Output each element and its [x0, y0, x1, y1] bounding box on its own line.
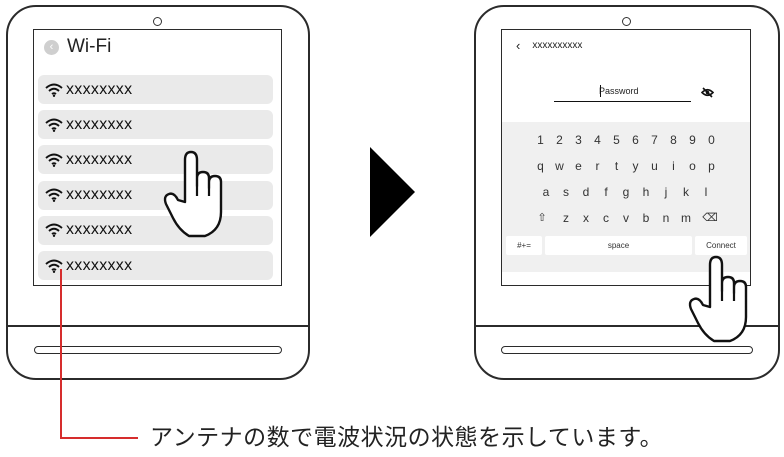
camera	[622, 17, 631, 26]
keyboard-row-zxcv: ⇧ z x c v b n m ⌫	[502, 211, 750, 225]
wifi-signal-icon	[45, 83, 66, 97]
wifi-signal-icon	[45, 118, 66, 132]
home-bar	[501, 346, 753, 354]
key[interactable]: b	[636, 211, 656, 225]
wifi-signal-icon	[45, 223, 66, 238]
network-name: xxxxxxxx	[66, 221, 133, 239]
network-row[interactable]: xxxxxxxx	[38, 180, 273, 210]
network-row[interactable]: xxxxxxxx	[38, 110, 273, 140]
network-row[interactable]: xxxxxxxx	[38, 215, 273, 245]
password-field[interactable]: Password	[599, 86, 639, 96]
key[interactable]: a	[536, 185, 556, 199]
network-name: xxxxxxxx	[66, 256, 133, 274]
text-cursor	[600, 85, 601, 97]
wifi-signal-icon	[45, 188, 66, 203]
wifi-signal-icon	[45, 153, 66, 167]
network-row[interactable]: xxxxxxxx	[38, 251, 273, 280]
key[interactable]: p	[702, 159, 721, 173]
key[interactable]: 7	[645, 133, 664, 147]
password-underline	[554, 101, 691, 102]
key[interactable]: ⇧	[528, 211, 556, 225]
key[interactable]: 2	[550, 133, 569, 147]
key[interactable]: 5	[607, 133, 626, 147]
key[interactable]: 6	[626, 133, 645, 147]
key[interactable]: v	[616, 211, 636, 225]
leader-line-vertical	[60, 269, 62, 439]
key[interactable]: f	[596, 185, 616, 199]
caption-text: アンテナの数で電波状況の状態を示しています。	[150, 424, 664, 450]
hide-password-icon[interactable]	[701, 87, 714, 98]
network-name: xxxxxxxx	[66, 80, 133, 98]
key[interactable]: u	[645, 159, 664, 173]
key[interactable]: d	[576, 185, 596, 199]
hand-pointer-icon	[163, 150, 223, 238]
key[interactable]: i	[664, 159, 683, 173]
ssid-header: ‹ xxxxxxxxxx	[516, 38, 582, 53]
leader-line-horizontal	[60, 437, 138, 439]
key[interactable]: 9	[683, 133, 702, 147]
space-key[interactable]: space	[545, 236, 692, 255]
connect-key[interactable]: Connect	[695, 236, 747, 255]
bezel-divider	[8, 325, 308, 327]
network-name: xxxxxxxx	[66, 150, 133, 168]
key[interactable]: y	[626, 159, 645, 173]
key[interactable]: l	[696, 185, 716, 199]
wifi-header: ‹ Wi-Fi	[44, 36, 111, 58]
key[interactable]: 8	[664, 133, 683, 147]
key[interactable]: 3	[569, 133, 588, 147]
key[interactable]: o	[683, 159, 702, 173]
keyboard-row-qwerty: qwertyuiop	[502, 159, 750, 173]
key[interactable]: h	[636, 185, 656, 199]
key[interactable]: k	[676, 185, 696, 199]
key[interactable]: ⌫	[696, 211, 724, 225]
key[interactable]: r	[588, 159, 607, 173]
back-icon[interactable]: ‹	[44, 39, 59, 55]
key[interactable]: q	[531, 159, 550, 173]
key[interactable]: m	[676, 211, 696, 225]
key[interactable]: x	[576, 211, 596, 225]
key[interactable]: 4	[588, 133, 607, 147]
key[interactable]: t	[607, 159, 626, 173]
key[interactable]: g	[616, 185, 636, 199]
keyboard-row-numbers: 1234567890	[502, 133, 750, 147]
password-screen: ‹ xxxxxxxxxx Password 1234567890 qwertyu…	[501, 29, 751, 286]
network-row[interactable]: xxxxxxxx	[38, 145, 273, 175]
home-bar	[34, 346, 282, 354]
left-tablet: ‹ Wi-Fi xxxxxxxx xxxxxxxx xxxxxxxx xxxxxxxx…	[6, 5, 310, 380]
keyboard-row-asdf: asdfghjkl	[502, 185, 750, 199]
wifi-signal-icon	[45, 259, 66, 273]
network-name: xxxxxxxx	[66, 186, 133, 204]
network-name: xxxxxxxx	[66, 115, 133, 133]
hand-pointer-icon	[688, 255, 748, 343]
ssid-name: xxxxxxxxxx	[532, 40, 583, 51]
key[interactable]: w	[550, 159, 569, 173]
key[interactable]: 0	[702, 133, 721, 147]
key[interactable]: c	[596, 211, 616, 225]
network-row[interactable]: xxxxxxxx	[38, 75, 273, 104]
wifi-screen: ‹ Wi-Fi xxxxxxxx xxxxxxxx xxxxxxxx xxxxxxxx…	[33, 29, 282, 286]
key[interactable]: z	[556, 211, 576, 225]
camera	[153, 17, 162, 26]
symbols-key[interactable]: #+=	[506, 236, 542, 255]
key[interactable]: s	[556, 185, 576, 199]
key[interactable]: j	[656, 185, 676, 199]
wifi-title: Wi-Fi	[67, 36, 112, 57]
key[interactable]: e	[569, 159, 588, 173]
arrow-right-icon	[370, 147, 415, 237]
key[interactable]: 1	[531, 133, 550, 147]
key[interactable]: n	[656, 211, 676, 225]
back-icon[interactable]: ‹	[516, 38, 520, 53]
on-screen-keyboard: 1234567890 qwertyuiop asdfghjkl ⇧ z x c v b n m…	[502, 122, 750, 272]
